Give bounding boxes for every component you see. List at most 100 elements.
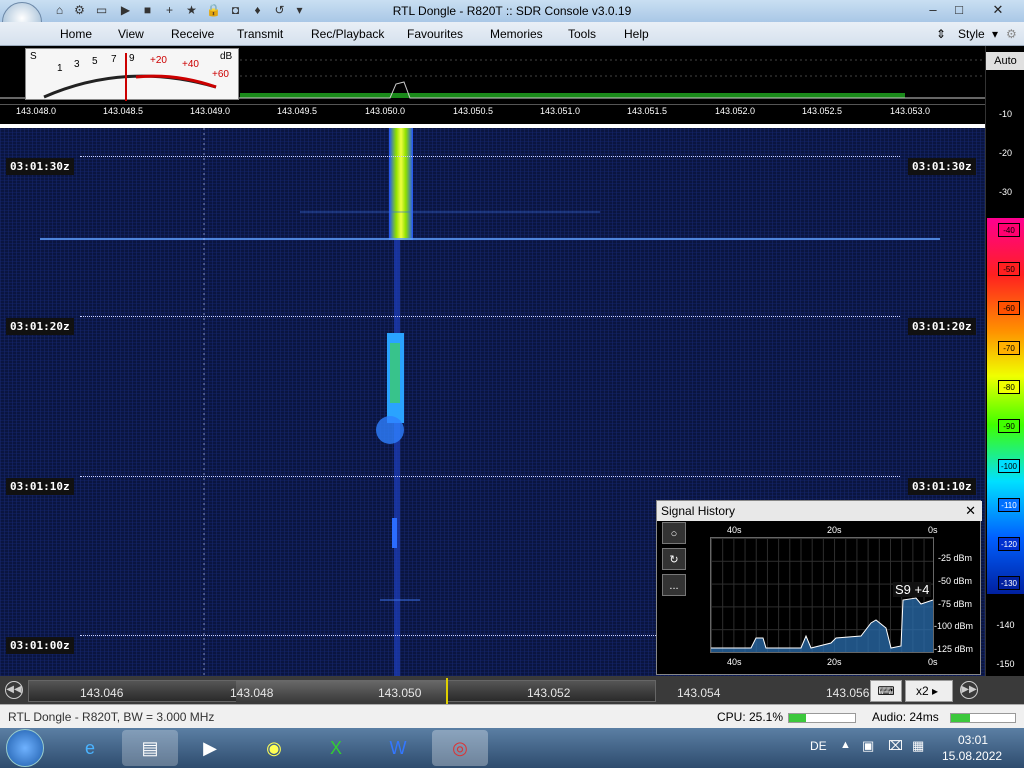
chrome-icon[interactable]: ◉ (246, 730, 302, 766)
tuner-freq: 143.048 (230, 686, 274, 700)
freq-tick: 143.052.5 (802, 106, 843, 116)
close-icon[interactable]: ✕ (965, 503, 976, 519)
db-swatch: -70 (998, 341, 1020, 355)
x-tick: 40s (727, 657, 742, 667)
menu-receive[interactable]: Receive (171, 27, 214, 41)
menu-home[interactable]: Home (60, 27, 92, 41)
menu-transmit[interactable]: Transmit (237, 27, 283, 41)
menu-help[interactable]: Help (624, 27, 649, 41)
db-tick: +20 (150, 55, 167, 66)
freq-tick: 143.048.5 (103, 106, 144, 116)
word-icon[interactable]: W (370, 730, 426, 766)
db-label: -30 (998, 187, 1012, 197)
file-explorer-icon[interactable]: ▤ (122, 730, 178, 766)
auto-button[interactable]: Auto (986, 52, 1024, 70)
style-icon[interactable]: ⇕ (936, 27, 946, 41)
timestamp-left: 03:01:10z (6, 478, 74, 495)
window-title: RTL Dongle - R820T :: SDR Console v3.0.1… (392, 4, 632, 18)
audio-bar (950, 713, 1016, 723)
db-scale-panel: Auto -10 -20 -30 -40 -50 -60 -70 -80 -90… (985, 46, 1024, 676)
chevron-down-icon[interactable]: ▾ (992, 27, 998, 41)
maximize-button[interactable]: □ (946, 0, 972, 20)
s-tick: 5 (92, 56, 98, 67)
tuner-freq: 143.052 (527, 686, 571, 700)
time-gridline (80, 156, 900, 157)
freq-tick: 143.050.5 (453, 106, 494, 116)
time-gridline (80, 316, 900, 317)
more-button[interactable]: ... (662, 574, 686, 596)
x-tick: 40s (727, 525, 742, 535)
menu-memories[interactable]: Memories (490, 27, 543, 41)
close-button[interactable]: ✕ (984, 0, 1012, 20)
device-tray-icon[interactable]: ▣ (862, 738, 874, 754)
menu-favourites[interactable]: Favourites (407, 27, 463, 41)
signal-history-button[interactable]: ○ (662, 522, 686, 544)
tuning-strip[interactable]: ◀◀ 143.046 143.048 143.050 143.052 143.0… (0, 676, 1024, 704)
time-gridline (80, 476, 900, 477)
signal-history-title: Signal History (657, 501, 982, 521)
chevron-up-icon[interactable]: ▲ (840, 739, 851, 751)
sdr-console-icon[interactable]: ◎ (432, 730, 488, 766)
db-swatch: -90 (998, 419, 1020, 433)
cpu-bar (788, 713, 856, 723)
s-tick: 9 (129, 53, 135, 64)
gear-icon[interactable]: ⚙ (1006, 27, 1017, 41)
freq-tick: 143.053.0 (890, 106, 931, 116)
x-tick: 20s (827, 525, 842, 535)
excel-icon[interactable]: X (308, 730, 364, 766)
s-meter-label: S (30, 51, 37, 62)
title-bar: ⌂ ⚙ ▭ ▶ ■ + ★ 🔒 ◘ ♦ ↺ ▾ RTL Dongle - R82… (0, 0, 1024, 42)
cpu-status: CPU: 25.1% (717, 710, 784, 724)
clock-date[interactable]: 15.08.2022 (942, 749, 1002, 763)
start-button[interactable] (6, 729, 44, 767)
menu-view[interactable]: View (118, 27, 144, 41)
db-swatch: -60 (998, 301, 1020, 315)
menu-style[interactable]: Style (958, 27, 985, 41)
db-label: -20 (998, 148, 1012, 158)
y-tick: -25 dBm (938, 553, 973, 563)
menu-rec-playback[interactable]: Rec/Playback (311, 27, 384, 41)
db-label: -10 (998, 109, 1012, 119)
minimize-button[interactable]: – (920, 0, 946, 20)
x-tick: 0s (928, 657, 938, 667)
tuning-marker[interactable] (446, 678, 448, 704)
y-tick: -75 dBm (938, 599, 973, 609)
tuner-freq: 143.056 (826, 686, 870, 700)
db-swatch: -80 (998, 380, 1020, 394)
volume-icon[interactable]: ▦ (912, 738, 924, 754)
db-label: -150 (996, 659, 1015, 669)
freq-tick: 143.049.0 (190, 106, 231, 116)
freq-tick: 143.051.0 (540, 106, 581, 116)
internet-explorer-icon[interactable]: e (62, 730, 118, 766)
y-tick: -125 dBm (934, 644, 974, 654)
keyboard-icon[interactable]: ⌨ (870, 680, 902, 702)
db-tick: +60 (212, 69, 229, 80)
freq-tick: 143.052.0 (715, 106, 756, 116)
db-swatch: -40 (998, 223, 1020, 237)
audio-status: Audio: 24ms (872, 710, 939, 724)
signal-reading: S9 +4 (893, 582, 932, 597)
timestamp-right: 03:01:30z (908, 158, 976, 175)
s-tick: 1 (57, 63, 63, 74)
zoom-button[interactable]: x2 ▸ (905, 680, 953, 702)
timestamp-left: 03:01:30z (6, 158, 74, 175)
db-swatch: -120 (998, 537, 1020, 551)
freq-tick: 143.051.5 (627, 106, 668, 116)
s-tick: 3 (74, 59, 80, 70)
db-label: dB (220, 51, 233, 62)
tuner-freq: 143.046 (80, 686, 124, 700)
language-indicator[interactable]: DE (810, 739, 827, 753)
network-tray-icon[interactable]: ⌧ (888, 738, 903, 754)
forward-icon[interactable]: ▶▶ (960, 681, 978, 699)
menu-tools[interactable]: Tools (568, 27, 596, 41)
reset-button[interactable]: ↻ (662, 548, 686, 570)
tuner-freq: 143.054 (677, 686, 721, 700)
x-tick: 20s (827, 657, 842, 667)
db-swatch: -110 (998, 498, 1020, 512)
clock-time[interactable]: 03:01 (958, 733, 988, 747)
s-tick: 7 (111, 54, 117, 65)
freq-tick: 143.050.0 (365, 106, 406, 116)
rewind-icon[interactable]: ◀◀ (5, 681, 23, 699)
media-player-icon[interactable]: ▶ (182, 730, 238, 766)
timestamp-left: 03:01:20z (6, 318, 74, 335)
